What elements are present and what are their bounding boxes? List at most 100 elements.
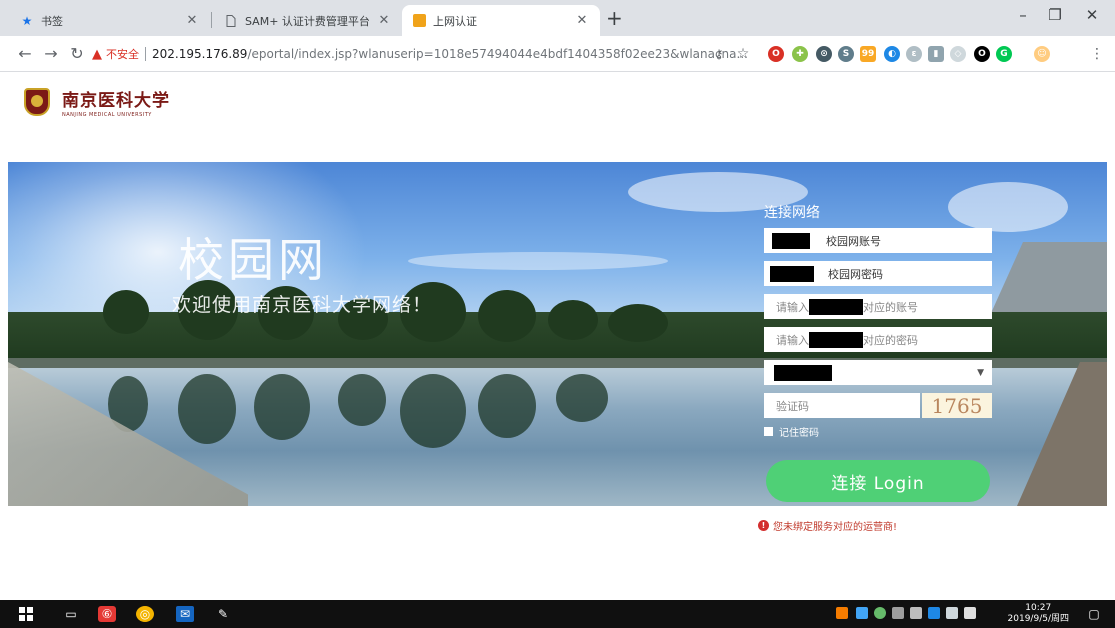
url-host: 202.195.176.89 bbox=[152, 47, 248, 61]
shield-icon[interactable]: ◇ bbox=[950, 46, 966, 62]
extension-icon[interactable]: ✚ bbox=[792, 46, 808, 62]
app-360-icon[interactable]: ⑥ bbox=[98, 606, 116, 622]
login-title: 连接网络 bbox=[764, 205, 820, 221]
tray-icon[interactable] bbox=[856, 607, 868, 619]
url-text: 202.195.176.89/eportal/index.jsp?wlanuse… bbox=[152, 47, 748, 61]
carrier-select[interactable]: ▼ bbox=[764, 360, 992, 385]
new-tab-icon[interactable]: + bbox=[606, 8, 623, 28]
battery-icon[interactable] bbox=[910, 607, 922, 619]
captcha-row: 验证码 1765 bbox=[764, 393, 996, 418]
campus-banner: 校园网 欢迎使用南京医科大学网络！ 连接网络 校园网账号 校园网密码 请输入 对… bbox=[8, 162, 1107, 506]
key-icon[interactable]: ⚷ bbox=[708, 44, 730, 64]
star-icon: ★ bbox=[21, 13, 33, 28]
opera-ext-icon[interactable]: O bbox=[768, 46, 784, 62]
logo-name-en: NANJING MEDICAL UNIVERSITY bbox=[62, 112, 152, 118]
chrome-icon[interactable]: ◎ bbox=[136, 606, 154, 622]
task-view-icon[interactable]: ▭ bbox=[62, 606, 80, 622]
redacted-block bbox=[809, 331, 863, 348]
tab-sam[interactable]: SAM+ 认证计费管理平台 ✕ bbox=[214, 5, 402, 36]
login-panel: 连接网络 校园网账号 校园网密码 请输入 对应的账号 请输入 对应的密码 ▼ 验… bbox=[756, 202, 996, 502]
tree bbox=[478, 290, 536, 342]
account-input[interactable]: 校园网账号 bbox=[764, 228, 992, 253]
tab-portal[interactable]: 上网认证 ✕ bbox=[402, 5, 600, 36]
forward-icon[interactable]: → bbox=[40, 44, 62, 64]
menu-icon[interactable]: ⋮ bbox=[1086, 44, 1108, 64]
error-text: 您未绑定服务对应的运营商! bbox=[773, 522, 898, 533]
tab-divider bbox=[211, 12, 212, 28]
sub-account-input[interactable]: 请输入 对应的账号 bbox=[764, 294, 992, 319]
university-logo: 南京医科大学 NANJING MEDICAL UNIVERSITY bbox=[24, 86, 170, 118]
tray-icon[interactable] bbox=[836, 607, 848, 619]
extension-icon[interactable]: S bbox=[838, 46, 854, 62]
hero-title: 校园网 bbox=[178, 233, 328, 287]
password-input[interactable]: 校园网密码 bbox=[764, 261, 992, 286]
university-emblem-icon bbox=[24, 88, 50, 116]
extension-icon[interactable]: ⊙ bbox=[816, 46, 832, 62]
tree-reflection bbox=[254, 374, 310, 440]
portal-favicon-icon bbox=[412, 14, 426, 28]
tree-reflection bbox=[338, 374, 386, 426]
clock-time: 10:27 bbox=[1025, 603, 1052, 613]
back-icon[interactable]: ← bbox=[14, 44, 36, 64]
tray-icon[interactable] bbox=[874, 607, 886, 619]
volume-icon[interactable] bbox=[964, 607, 976, 619]
reload-icon[interactable]: ↻ bbox=[66, 44, 88, 64]
remember-label: 记住密码 bbox=[779, 428, 819, 439]
logo-name-cn: 南京医科大学 bbox=[62, 91, 170, 111]
paint-icon[interactable]: ✎ bbox=[214, 606, 232, 622]
tray-icon[interactable] bbox=[928, 607, 940, 619]
taskbar: ▭ ⑥ ◎ ✉ ✎ 10:27 2019/9/5/周四 ▢ bbox=[0, 600, 1115, 628]
extension-icon[interactable]: 99 bbox=[860, 46, 876, 62]
url-path: /eportal/index.jsp?wlanuserip=1018e57494… bbox=[247, 47, 748, 61]
remember-checkbox[interactable] bbox=[764, 427, 773, 436]
placeholder-suffix: 对应的账号 bbox=[863, 300, 918, 314]
network-icon[interactable] bbox=[946, 607, 958, 619]
password-label: 校园网密码 bbox=[828, 267, 883, 281]
window-close-icon[interactable]: ✕ bbox=[1077, 6, 1107, 24]
extension-icon[interactable]: ▮ bbox=[928, 46, 944, 62]
close-icon[interactable]: ✕ bbox=[376, 13, 392, 28]
close-icon[interactable]: ✕ bbox=[574, 13, 590, 28]
error-icon: ! bbox=[758, 520, 769, 531]
windows-icon bbox=[19, 607, 33, 621]
extension-icon[interactable]: G bbox=[996, 46, 1012, 62]
extension-icon[interactable]: O bbox=[974, 46, 990, 62]
screen: ★ 书签 ✕ SAM+ 认证计费管理平台 ✕ 上网认证 ✕ + – ❐ ✕ ← … bbox=[0, 0, 1115, 628]
login-button[interactable]: 连接 Login bbox=[766, 460, 990, 502]
tree-reflection bbox=[400, 374, 466, 448]
account-label: 校园网账号 bbox=[826, 234, 881, 248]
minimize-icon[interactable]: – bbox=[1008, 6, 1038, 24]
tray-icon[interactable] bbox=[892, 607, 904, 619]
tab-strip: ★ 书签 ✕ SAM+ 认证计费管理平台 ✕ 上网认证 ✕ + – ❐ ✕ bbox=[0, 0, 1115, 36]
tab-bookmarks[interactable]: ★ 书签 ✕ bbox=[10, 5, 210, 36]
warning-icon: ▲ bbox=[92, 46, 102, 62]
dropdown-arrow-icon: ▼ bbox=[977, 368, 984, 378]
sub-password-input[interactable]: 请输入 对应的密码 bbox=[764, 327, 992, 352]
tree-reflection bbox=[478, 374, 536, 438]
notification-icon[interactable]: ▢ bbox=[1086, 606, 1102, 622]
placeholder-prefix: 请输入 bbox=[776, 333, 809, 347]
remember-password[interactable]: 记住密码 bbox=[764, 424, 996, 439]
bookmark-star-icon[interactable]: ☆ bbox=[732, 44, 754, 64]
start-button[interactable] bbox=[18, 606, 34, 622]
extension-icon[interactable]: ε bbox=[906, 46, 922, 62]
restore-icon[interactable]: ❐ bbox=[1040, 6, 1070, 24]
placeholder-suffix: 对应的密码 bbox=[863, 333, 918, 347]
page-icon bbox=[224, 14, 238, 28]
insecure-label: 不安全 bbox=[106, 48, 139, 61]
tree-reflection bbox=[556, 374, 608, 422]
tab-label: 书签 bbox=[41, 14, 63, 28]
close-icon[interactable]: ✕ bbox=[184, 13, 200, 28]
mail-icon[interactable]: ✉ bbox=[176, 606, 194, 622]
tab-label: 上网认证 bbox=[433, 14, 477, 28]
profile-avatar[interactable]: ☺ bbox=[1034, 46, 1050, 62]
captcha-input[interactable]: 验证码 bbox=[764, 393, 920, 418]
captcha-image[interactable]: 1765 bbox=[922, 393, 992, 418]
system-clock[interactable]: 10:27 2019/9/5/周四 bbox=[1008, 603, 1069, 625]
clock-date: 2019/9/5/周四 bbox=[1007, 614, 1069, 624]
hero-subtitle: 欢迎使用南京医科大学网络！ bbox=[172, 294, 433, 316]
redacted-block bbox=[770, 265, 814, 282]
tree bbox=[103, 290, 149, 334]
extension-icon[interactable]: ◐ bbox=[884, 46, 900, 62]
address-bar[interactable]: ▲ 不安全 202.195.176.89/eportal/index.jsp?w… bbox=[92, 42, 758, 66]
